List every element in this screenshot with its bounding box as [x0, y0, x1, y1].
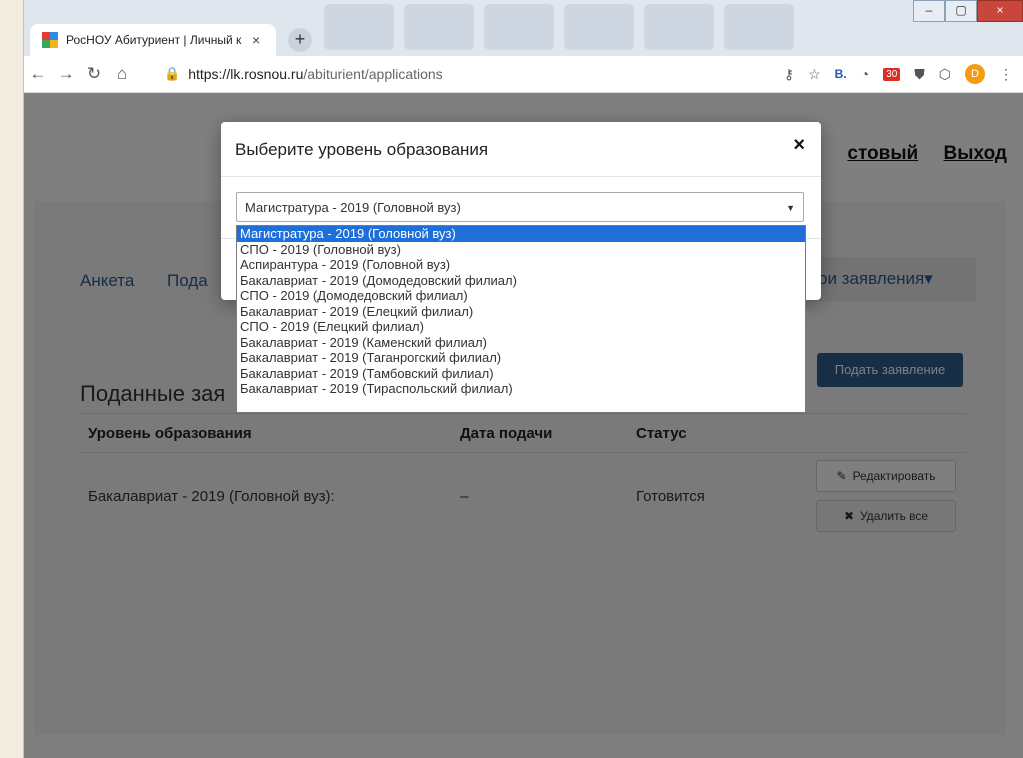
browser-tab[interactable]: РосНОУ Абитуриент | Личный к × — [30, 24, 276, 56]
dropdown-option[interactable]: Бакалавриат - 2019 (Домодедовский филиал… — [237, 273, 805, 289]
close-window-button[interactable]: × — [977, 0, 1023, 22]
extension-b-icon[interactable]: B. — [835, 67, 847, 81]
lock-icon: 🔒 — [164, 66, 181, 81]
back-arrow-icon[interactable]: ← — [24, 60, 52, 88]
star-icon[interactable]: ☆ — [808, 66, 821, 83]
url-host: lk.rosnou.ru — [230, 66, 304, 82]
gauge-icon[interactable]: ◔ — [861, 66, 869, 82]
education-level-dropdown: Магистратура - 2019 (Головной вуз) СПО -… — [236, 225, 806, 413]
profile-avatar[interactable]: D — [965, 64, 985, 84]
menu-dots-icon[interactable]: ⋮ — [999, 66, 1013, 83]
favicon-icon — [42, 32, 58, 48]
minimize-button[interactable]: – — [913, 0, 945, 22]
dropdown-option[interactable]: СПО - 2019 (Елецкий филиал) — [237, 319, 805, 335]
title-bar: РосНОУ Абитуриент | Личный к × + – ▢ × — [24, 0, 1023, 56]
forward-arrow-icon[interactable]: → — [52, 60, 80, 88]
tab-close-icon[interactable]: × — [252, 32, 260, 48]
modal-header: Выберите уровень образования × — [221, 122, 821, 177]
dropdown-option[interactable]: Магистратура - 2019 (Головной вуз) — [237, 226, 805, 242]
reload-icon[interactable]: ↻ — [80, 60, 108, 88]
browser-toolbar: ← → ↻ ⌂ 🔒 https://lk.rosnou.ru/abiturien… — [24, 56, 1023, 93]
extensions-area: ⚷ ☆ B. ◔ 30 ⛊ ⬡ D ⋮ — [784, 56, 1013, 92]
dropdown-option[interactable]: СПО - 2019 (Домодедовский филиал) — [237, 288, 805, 304]
education-level-select[interactable]: Магистратура - 2019 (Головной вуз) ▼ — [236, 192, 804, 222]
new-tab-button[interactable]: + — [288, 28, 312, 52]
browser-window: РосНОУ Абитуриент | Личный к × + – ▢ × ←… — [24, 0, 1023, 758]
select-value: Магистратура - 2019 (Головной вуз) — [245, 200, 461, 215]
dropdown-option[interactable]: Бакалавриат - 2019 (Тираспольский филиал… — [237, 381, 805, 397]
dropdown-option[interactable]: Бакалавриат - 2019 (Таганрогский филиал) — [237, 350, 805, 366]
tab-title: РосНОУ Абитуриент | Личный к — [66, 33, 242, 47]
modal-title: Выберите уровень образования — [235, 140, 489, 159]
dropdown-option[interactable]: СПО - 2019 (Головной вуз) — [237, 242, 805, 258]
dropdown-option[interactable]: Бакалавриат - 2019 (Елецкий филиал) — [237, 304, 805, 320]
address-bar[interactable]: 🔒 https://lk.rosnou.ru/abiturient/applic… — [164, 60, 724, 88]
other-tabs — [324, 4, 794, 50]
key-icon[interactable]: ⚷ — [784, 66, 794, 83]
shield-icon[interactable]: ⛊ — [914, 66, 925, 83]
modal-close-icon[interactable]: × — [793, 134, 805, 157]
hexagon-icon[interactable]: ⬡ — [939, 66, 951, 83]
caret-down-icon: ▼ — [786, 203, 795, 213]
calendar-icon[interactable]: 30 — [883, 67, 901, 81]
url-protocol: https:// — [188, 66, 231, 82]
dropdown-option[interactable]: Бакалавриат - 2019 (Тамбовский филиал) — [237, 366, 805, 382]
window-controls: – ▢ × — [913, 0, 1023, 22]
url-path: /abiturient/applications — [303, 66, 443, 82]
home-icon[interactable]: ⌂ — [108, 60, 136, 88]
dropdown-option[interactable]: Бакалавриат - 2019 (Каменский филиал) — [237, 335, 805, 351]
maximize-button[interactable]: ▢ — [945, 0, 977, 22]
dropdown-option[interactable]: Аспирантура - 2019 (Головной вуз) — [237, 257, 805, 273]
